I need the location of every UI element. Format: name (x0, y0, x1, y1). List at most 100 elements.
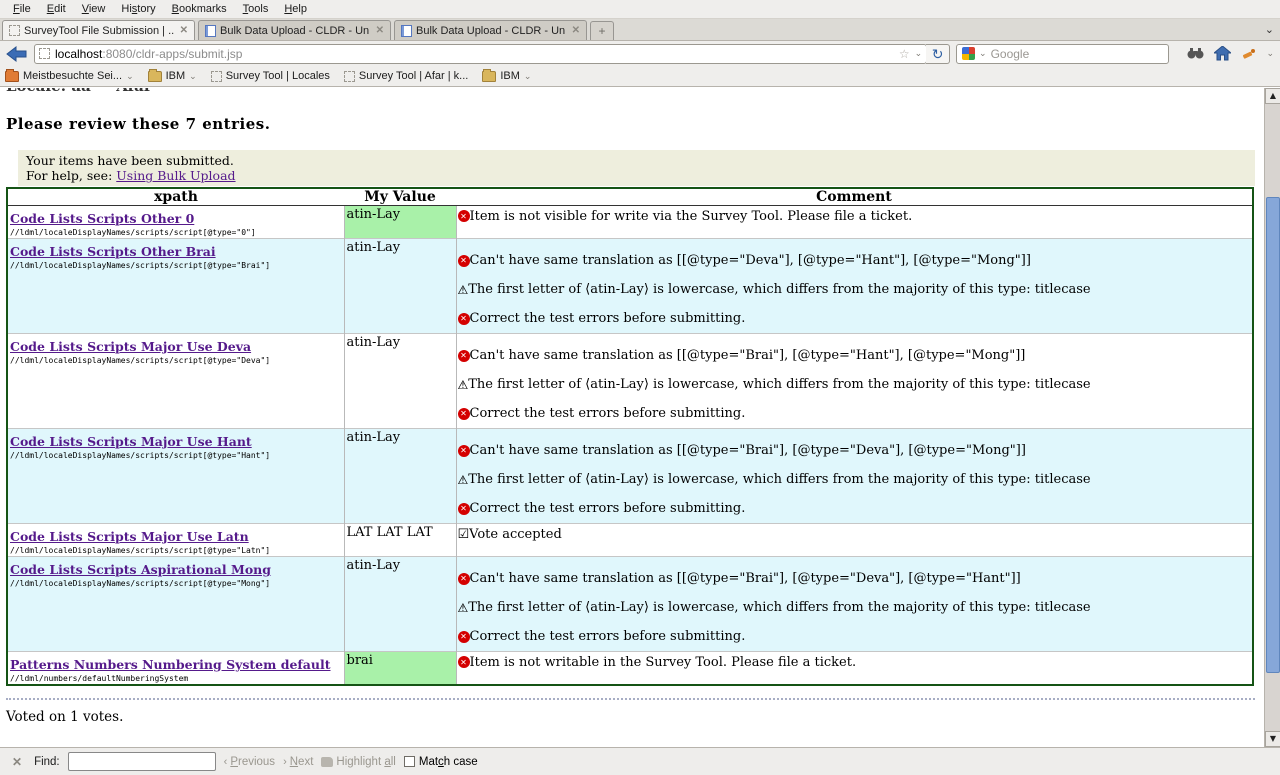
tab-close-icon[interactable]: ✕ (570, 25, 582, 36)
bookmark-item-4[interactable]: Survey Tool | Afar | k... (344, 70, 468, 82)
reload-button[interactable]: ↻ (926, 44, 950, 64)
highlight-all-button[interactable]: Highlight all (321, 756, 395, 768)
comment-text: The first letter of ⟨atin-Lay⟩ is lowerc… (468, 600, 1090, 615)
comment-text: Correct the test errors before submittin… (470, 629, 746, 644)
menu-help[interactable]: Help (277, 1, 314, 17)
vote-summary: Voted on 1 votes. (6, 709, 1264, 725)
warning-icon: ⚠ (458, 602, 469, 614)
back-button[interactable] (6, 45, 28, 63)
bookmark-favicon (211, 71, 222, 82)
find-previous-button[interactable]: ‹Previous (224, 756, 275, 768)
search-engine-dropdown-icon[interactable]: ⌄ (979, 48, 987, 59)
bookmarks-toolbar: Meistbesuchte Sei...⌄IBM⌄Survey Tool | L… (0, 66, 1280, 87)
folder-icon (5, 71, 19, 82)
table-header-row: xpath My Value Comment (7, 188, 1253, 206)
error-icon: ✕ (458, 408, 470, 420)
error-icon: ✕ (458, 656, 470, 668)
navigation-toolbar: localhost:8080/cldr-apps/submit.jsp ☆ ⌄ … (0, 41, 1280, 66)
error-icon: ✕ (458, 503, 470, 515)
scroll-up-icon[interactable]: ▲ (1265, 88, 1280, 104)
error-icon: ✕ (458, 350, 470, 362)
toolbar-overflow-icon[interactable]: ⌄ (1266, 48, 1274, 59)
new-tab-button[interactable]: + (590, 21, 614, 40)
xpath-value: //ldml/numbers/defaultNumberingSystem (10, 674, 344, 683)
table-row: Code Lists Scripts Major Use Deva//ldml/… (7, 334, 1253, 429)
url-text[interactable]: localhost:8080/cldr-apps/submit.jsp (55, 47, 894, 61)
bookmark-item-1[interactable]: Meistbesuchte Sei...⌄ (5, 70, 134, 82)
xpath-link[interactable]: Code Lists Scripts Major Use Latn (10, 529, 249, 544)
bookmark-star-icon[interactable]: ☆ (899, 47, 910, 61)
browser-tab-2[interactable]: Bulk Data Upload - CLDR - Un...✕ (198, 20, 391, 40)
xpath-link[interactable]: Code Lists Scripts Aspirational Mong (10, 562, 271, 577)
review-table: xpath My Value Comment Code Lists Script… (6, 187, 1254, 686)
tab-title: Bulk Data Upload - CLDR - Un... (416, 25, 566, 37)
list-all-tabs-icon[interactable]: ⌄ (1265, 23, 1274, 36)
xpath-link[interactable]: Code Lists Scripts Major Use Deva (10, 339, 251, 354)
xpath-link[interactable]: Patterns Numbers Numbering System defaul… (10, 657, 331, 672)
bookmark-item-3[interactable]: Survey Tool | Locales (211, 70, 330, 82)
browser-tab-3[interactable]: Bulk Data Upload - CLDR - Un... ✕ (394, 20, 587, 40)
url-bar[interactable]: localhost:8080/cldr-apps/submit.jsp ☆ ⌄ (34, 44, 927, 64)
table-row: Code Lists Scripts Aspirational Mong//ld… (7, 557, 1253, 652)
tab-favicon (401, 25, 412, 37)
comment-text: Item is not writable in the Survey Tool.… (470, 655, 857, 670)
next-chevron-icon: › (283, 756, 287, 768)
tab-close-icon[interactable]: ✕ (374, 25, 386, 36)
xpath-link[interactable]: Code Lists Scripts Other 0 (10, 211, 194, 226)
comment-line: ⚠The first letter of ⟨atin-Lay⟩ is lower… (458, 465, 1253, 494)
menu-file[interactable]: File (6, 1, 38, 17)
comment-text: The first letter of ⟨atin-Lay⟩ is lowerc… (468, 377, 1090, 392)
bookmark-item-2[interactable]: IBM⌄ (148, 70, 197, 82)
google-search-engine-icon[interactable] (962, 47, 975, 60)
bookmark-item-5[interactable]: IBM⌄ (482, 70, 531, 82)
menu-view[interactable]: View (75, 1, 113, 17)
scroll-down-icon[interactable]: ▼ (1265, 731, 1280, 747)
comment-cell: ✕Can't have same translation as [[@type=… (456, 557, 1253, 652)
match-case-toggle[interactable]: Match case (404, 756, 478, 768)
menu-edit[interactable]: Edit (40, 1, 73, 17)
binoculars-icon[interactable] (1187, 47, 1204, 60)
extension-icon[interactable] (1241, 47, 1256, 61)
table-row: Code Lists Scripts Major Use Latn//ldml/… (7, 524, 1253, 557)
notice-line1: Your items have been submitted. (26, 153, 1255, 168)
comment-line: ✕Can't have same translation as [[@type=… (458, 246, 1253, 275)
comment-line: ☑Vote accepted (458, 524, 1253, 544)
comment-line: ✕Item is not writable in the Survey Tool… (458, 652, 1253, 672)
bookmark-label: Survey Tool | Afar | k... (359, 70, 468, 82)
find-next-button[interactable]: ›Next (283, 756, 313, 768)
scrollbar-thumb[interactable] (1266, 197, 1280, 673)
bookmark-label: IBM (166, 70, 186, 82)
comment-cell: ✕Can't have same translation as [[@type=… (456, 429, 1253, 524)
column-header-my-value: My Value (344, 188, 456, 206)
bookmark-dropdown-icon[interactable]: ⌄ (524, 71, 532, 82)
tab-close-icon[interactable]: ✕ (178, 25, 190, 36)
comment-line: ✕Can't have same translation as [[@type=… (458, 564, 1253, 593)
search-box[interactable]: ⌄ Google (956, 44, 1169, 64)
comment-text: Can't have same translation as [[@type="… (470, 571, 1021, 586)
browser-tab-1[interactable]: SurveyTool File Submission | ...✕ (2, 20, 195, 40)
find-label: Find: (34, 756, 60, 768)
my-value-cell: brai (344, 652, 456, 686)
home-icon[interactable] (1214, 46, 1231, 61)
menu-tools[interactable]: Tools (236, 1, 276, 17)
menu-history[interactable]: History (114, 1, 162, 17)
column-header-xpath: xpath (7, 188, 344, 206)
xpath-link[interactable]: Code Lists Scripts Other Brai (10, 244, 216, 259)
comment-text: The first letter of ⟨atin-Lay⟩ is lowerc… (468, 282, 1090, 297)
menu-bookmarks[interactable]: Bookmarks (165, 1, 234, 17)
dotted-separator (6, 698, 1255, 700)
search-placeholder[interactable]: Google (991, 47, 1164, 61)
match-case-checkbox[interactable] (404, 756, 415, 767)
comment-line: ✕Correct the test errors before submitti… (458, 304, 1253, 333)
findbar-close-icon[interactable]: ✕ (8, 755, 26, 769)
error-icon: ✕ (458, 573, 470, 585)
find-input[interactable] (68, 752, 216, 771)
using-bulk-upload-link[interactable]: Using Bulk Upload (116, 168, 235, 183)
bookmark-dropdown-icon[interactable]: ⌄ (126, 71, 134, 82)
comment-line: ⚠The first letter of ⟨atin-Lay⟩ is lower… (458, 593, 1253, 622)
warning-icon: ⚠ (458, 474, 469, 486)
url-dropdown-icon[interactable]: ⌄ (915, 48, 923, 59)
bookmark-dropdown-icon[interactable]: ⌄ (189, 71, 197, 82)
xpath-link[interactable]: Code Lists Scripts Major Use Hant (10, 434, 252, 449)
vertical-scrollbar[interactable]: ▲ ▼ (1264, 88, 1280, 747)
